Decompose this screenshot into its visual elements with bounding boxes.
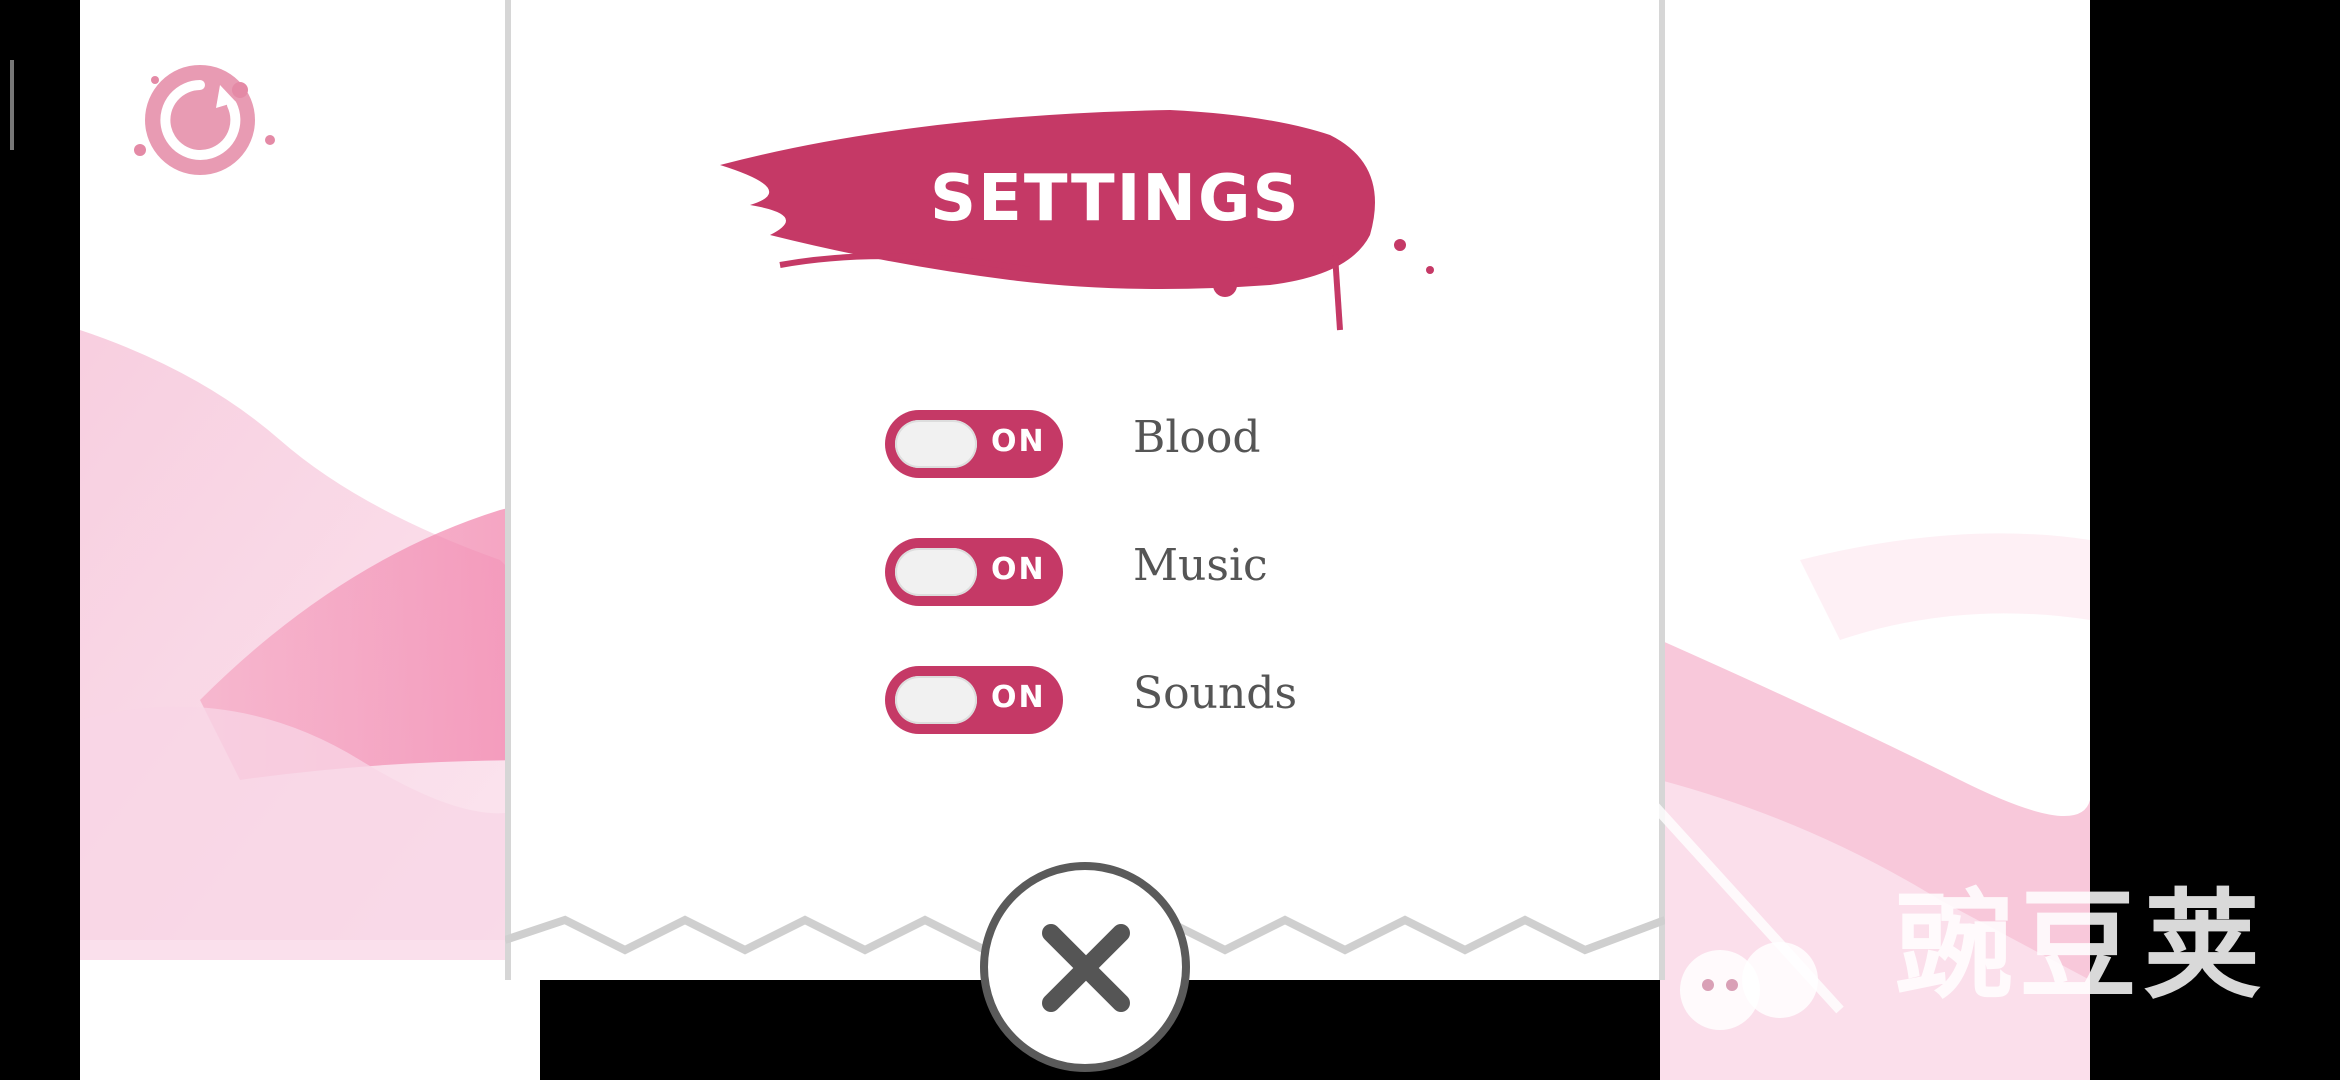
- music-toggle[interactable]: ON: [885, 538, 1063, 606]
- blood-toggle[interactable]: ON: [885, 410, 1063, 478]
- background-left: [80, 0, 540, 1080]
- toggle-state-text: ON: [991, 680, 1046, 715]
- toggle-label-sounds: Sounds: [1133, 668, 1298, 719]
- toggle-row-sounds: ON Sounds: [505, 658, 1665, 758]
- close-button[interactable]: [980, 862, 1190, 1072]
- refresh-splat-icon[interactable]: [120, 50, 290, 190]
- close-x-icon: [1042, 924, 1130, 1012]
- toggle-state-text: ON: [991, 552, 1046, 587]
- toggle-label-blood: Blood: [1133, 412, 1261, 463]
- wandoujia-logo-icon: [1636, 786, 1844, 1030]
- toggle-knob: [895, 676, 977, 724]
- sounds-toggle[interactable]: ON: [885, 666, 1063, 734]
- toggle-row-blood: ON Blood: [505, 402, 1665, 502]
- toggle-knob: [895, 548, 977, 596]
- toggle-label-music: Music: [1133, 540, 1268, 591]
- watermark-text: 豌豆荚: [1895, 877, 2268, 1015]
- page-title: SETTINGS: [930, 162, 1301, 236]
- status-bar-indicator: [10, 60, 14, 150]
- toggle-knob: [895, 420, 977, 468]
- toggle-state-text: ON: [991, 424, 1046, 459]
- toggle-row-music: ON Music: [505, 530, 1665, 630]
